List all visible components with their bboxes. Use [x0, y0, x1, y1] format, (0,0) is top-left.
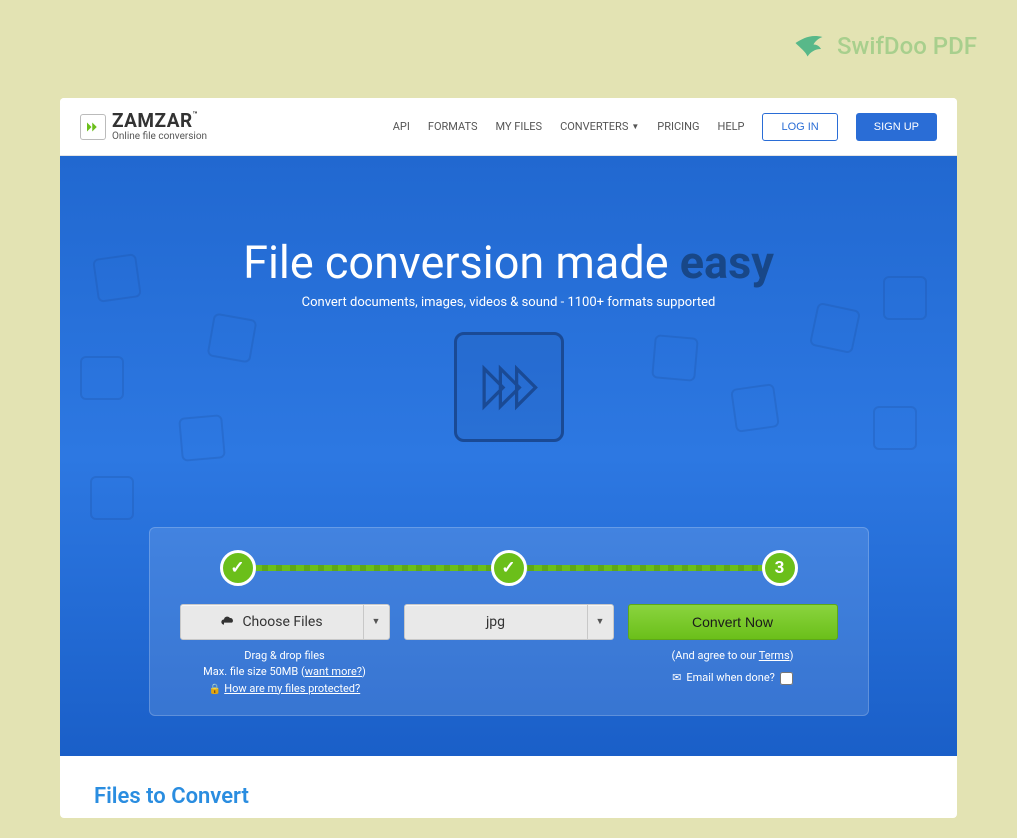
chevron-down-icon: ▼	[631, 122, 639, 131]
top-navbar: ZAMZAR™ Online file conversion API FORMA…	[60, 98, 957, 156]
conversion-panel: ✓ ✓ 3 Choose Files ▼ Drag & drop files	[149, 527, 869, 717]
swifdoo-bird-icon	[791, 28, 827, 64]
brand-tagline: Online file conversion	[112, 132, 207, 142]
step-2-done: ✓	[491, 550, 527, 586]
lock-icon: 🔒	[209, 684, 221, 695]
nav-myfiles[interactable]: MY FILES	[495, 120, 542, 133]
zamzar-arrows-icon	[84, 118, 102, 136]
nav-converters[interactable]: CONVERTERS▼	[560, 120, 639, 133]
choose-files-button[interactable]: Choose Files ▼	[180, 604, 390, 640]
upload-hints: Drag & drop files Max. file size 50MB (w…	[203, 648, 366, 698]
file-protection-link[interactable]: How are my files protected?	[224, 682, 360, 695]
want-more-link[interactable]: want more?	[305, 665, 362, 678]
step-indicator: ✓ ✓ 3	[220, 550, 798, 586]
convert-now-button[interactable]: Convert Now	[628, 604, 838, 640]
browser-window: ZAMZAR™ Online file conversion API FORMA…	[60, 98, 957, 818]
nav-formats[interactable]: FORMATS	[428, 120, 478, 133]
signup-button[interactable]: SIGN UP	[856, 113, 937, 141]
format-select[interactable]: jpg ▼	[404, 604, 614, 640]
watermark-text: SwifDoo PDF	[837, 32, 977, 60]
login-button[interactable]: LOG IN	[762, 113, 837, 141]
email-when-done-checkbox[interactable]	[780, 672, 793, 685]
brand-logo[interactable]: ZAMZAR™ Online file conversion	[80, 111, 207, 142]
files-to-convert-section: Files to Convert FILE NAME FILE SIZE PRO…	[60, 756, 957, 818]
nav-api[interactable]: API	[393, 120, 410, 133]
swifdoo-watermark: SwifDoo PDF	[791, 28, 977, 64]
hero-logo-icon	[454, 332, 564, 442]
email-icon: ✉	[672, 670, 681, 687]
terms-link[interactable]: Terms	[759, 649, 790, 662]
chevron-down-icon[interactable]: ▼	[587, 605, 613, 639]
hero-subtitle: Convert documents, images, videos & soun…	[60, 295, 957, 310]
hero-section: File conversion made easy Convert docume…	[60, 156, 957, 756]
step-3-current: 3	[762, 550, 798, 586]
nav-pricing[interactable]: PRICING	[657, 120, 699, 133]
email-when-done-label: Email when done?	[686, 670, 775, 687]
chevron-down-icon[interactable]: ▼	[363, 605, 389, 639]
hero-heading: File conversion made easy	[60, 236, 957, 289]
cloud-upload-icon	[220, 614, 236, 630]
nav-help[interactable]: HELP	[718, 120, 745, 133]
main-nav: API FORMATS MY FILES CONVERTERS▼ PRICING…	[393, 113, 937, 141]
terms-note: (And agree to our Terms)	[672, 648, 794, 665]
step-1-done: ✓	[220, 550, 256, 586]
files-heading: Files to Convert	[94, 784, 923, 809]
brand-name: ZAMZAR	[112, 109, 193, 132]
